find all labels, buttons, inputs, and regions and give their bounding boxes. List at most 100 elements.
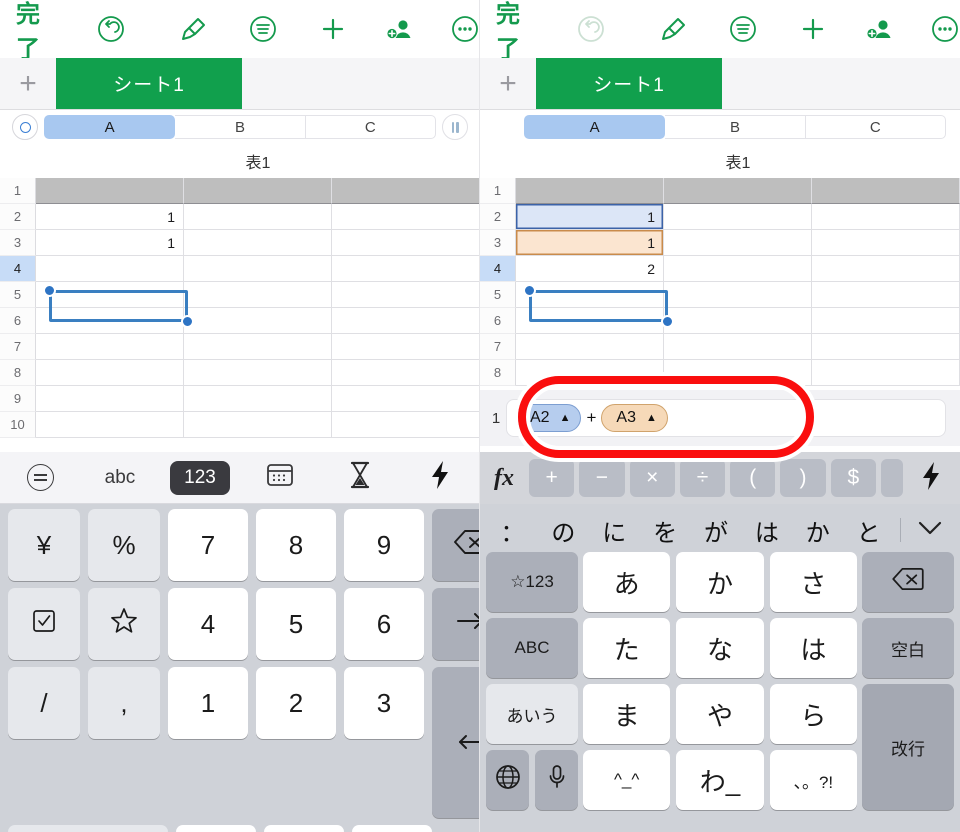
more-button-right[interactable] [930,14,960,44]
cell-b9-left[interactable] [184,386,332,412]
row-header-2-left[interactable]: 2 [0,204,36,230]
star-key[interactable] [88,588,160,660]
key-5[interactable]: 5 [256,588,336,660]
cell-c5-right[interactable] [812,282,960,308]
triangle-up-icon[interactable]: ▲ [560,412,571,424]
date-button[interactable] [240,462,320,494]
collaborate-button-right[interactable] [864,14,896,44]
expand-suggestions-button[interactable] [907,520,953,541]
column-resize-handle-left[interactable] [442,114,468,140]
row-header-7-right[interactable]: 7 [480,334,516,360]
cell-b8-left[interactable] [184,360,332,386]
cell-a3-left[interactable]: 1 [36,230,184,256]
row-header-1-left[interactable]: 1 [0,178,36,204]
select-all-button-left[interactable] [12,114,38,140]
cell-c6-right[interactable] [812,308,960,334]
table-row[interactable]: 8 [480,360,960,386]
cell-b3-left[interactable] [184,230,332,256]
row-header-7-left[interactable]: 7 [0,334,36,360]
fx-button[interactable]: fx [486,465,524,492]
cell-b7-left[interactable] [184,334,332,360]
table-row[interactable]: 8 [0,360,480,386]
done-button-left[interactable]: 完了 [16,0,64,64]
insert-button-right[interactable] [798,14,828,44]
cell-c2-right[interactable] [812,204,960,230]
row-header-1-right[interactable]: 1 [480,178,516,204]
cell-a2-left[interactable]: 1 [36,204,184,230]
triangle-up-icon[interactable]: ▲ [646,412,657,424]
sheet-tab-right[interactable]: シート1 [536,58,722,109]
cell-a6-left[interactable] [36,308,184,334]
table-row[interactable]: 7 [0,334,480,360]
table-row[interactable]: 7 [480,334,960,360]
suggestion-2[interactable]: に [589,513,640,548]
formula-token-a2[interactable]: A2 ▲ [515,404,582,432]
row-header-4-left[interactable]: 4 [0,256,36,282]
row-header-8-left[interactable]: 8 [0,360,36,386]
key-0[interactable]: 0 [264,825,344,832]
duration-button[interactable] [320,461,400,495]
cell-c7-right[interactable] [812,334,960,360]
percent-key[interactable]: % [88,509,160,581]
suggestion-3[interactable]: を [640,513,691,548]
kana-key-emoticon[interactable]: ^_^ [583,750,671,810]
return-key[interactable] [432,667,480,818]
cell-c3-left[interactable] [332,230,480,256]
cell-c4-right[interactable] [812,256,960,282]
kana-key-punctuation[interactable]: 、。?! [769,750,857,810]
abc-button[interactable]: abc [80,467,160,489]
cell-a2-right[interactable]: 1 [516,204,664,230]
row-header-3-right[interactable]: 3 [480,230,516,256]
table-row[interactable]: 2 1 [480,204,960,230]
cell-b2-right[interactable] [664,204,812,230]
kana-key-ya[interactable]: や [676,684,764,744]
row-header-10-left[interactable]: 10 [0,412,36,438]
column-header-b-left[interactable]: B [175,115,306,139]
cell-c8-left[interactable] [332,360,480,386]
selection-handle-top-left[interactable] [43,284,56,297]
column-header-c-left[interactable]: C [305,115,436,139]
format-button-right[interactable] [728,14,758,44]
cell-b6-right[interactable] [664,308,812,334]
undo-button-right[interactable] [576,14,606,44]
backspace-key[interactable] [432,509,480,581]
suggestion-0[interactable]: ： [487,513,538,548]
checkbox-key[interactable] [8,588,80,660]
cell-c6-left[interactable] [332,308,480,334]
row-header-5-left[interactable]: 5 [0,282,36,308]
cell-b6-left[interactable] [184,308,332,334]
cell-b10-left[interactable] [184,412,332,438]
column-header-a-right[interactable]: A [524,115,666,139]
key-2[interactable]: 2 [256,667,336,739]
period-key[interactable]: . [352,825,432,832]
sheet-tab-left[interactable]: シート1 [56,58,242,109]
cell-b5-right[interactable] [664,282,812,308]
key-3[interactable]: 3 [344,667,424,739]
column-header-b-right[interactable]: B [665,115,806,139]
partial-operator-key[interactable] [880,459,903,497]
cell-a5-left[interactable] [36,282,184,308]
table-row[interactable]: 1 [0,178,480,204]
cell-a10-left[interactable] [36,412,184,438]
cell-c7-left[interactable] [332,334,480,360]
cell-a4-left[interactable] [36,256,184,282]
shortcut-button[interactable] [400,460,480,496]
column-header-a-left[interactable]: A [44,115,176,139]
done-button-right[interactable]: 完了 [496,0,544,64]
kana-key-ta[interactable]: た [583,618,671,678]
kana-key-sa[interactable]: さ [769,552,857,612]
table-row[interactable]: 4 2 [480,256,960,282]
row-header-6-left[interactable]: 6 [0,308,36,334]
undo-button-left[interactable] [96,14,126,44]
row-header-3-left[interactable]: 3 [0,230,36,256]
suggestion-5[interactable]: は [741,513,792,548]
cell-b1-left[interactable] [184,178,332,204]
key-1[interactable]: 1 [168,667,248,739]
table-row[interactable]: 10 [0,412,480,438]
backspace-key-kana[interactable] [862,552,954,612]
cell-a5-right[interactable] [516,282,664,308]
return-key-kana[interactable]: 改行 [862,684,954,810]
minus-operator-key[interactable]: − [579,459,625,497]
kana-key-wa[interactable]: わ_ [676,750,764,810]
table-row[interactable]: 4 [0,256,480,282]
